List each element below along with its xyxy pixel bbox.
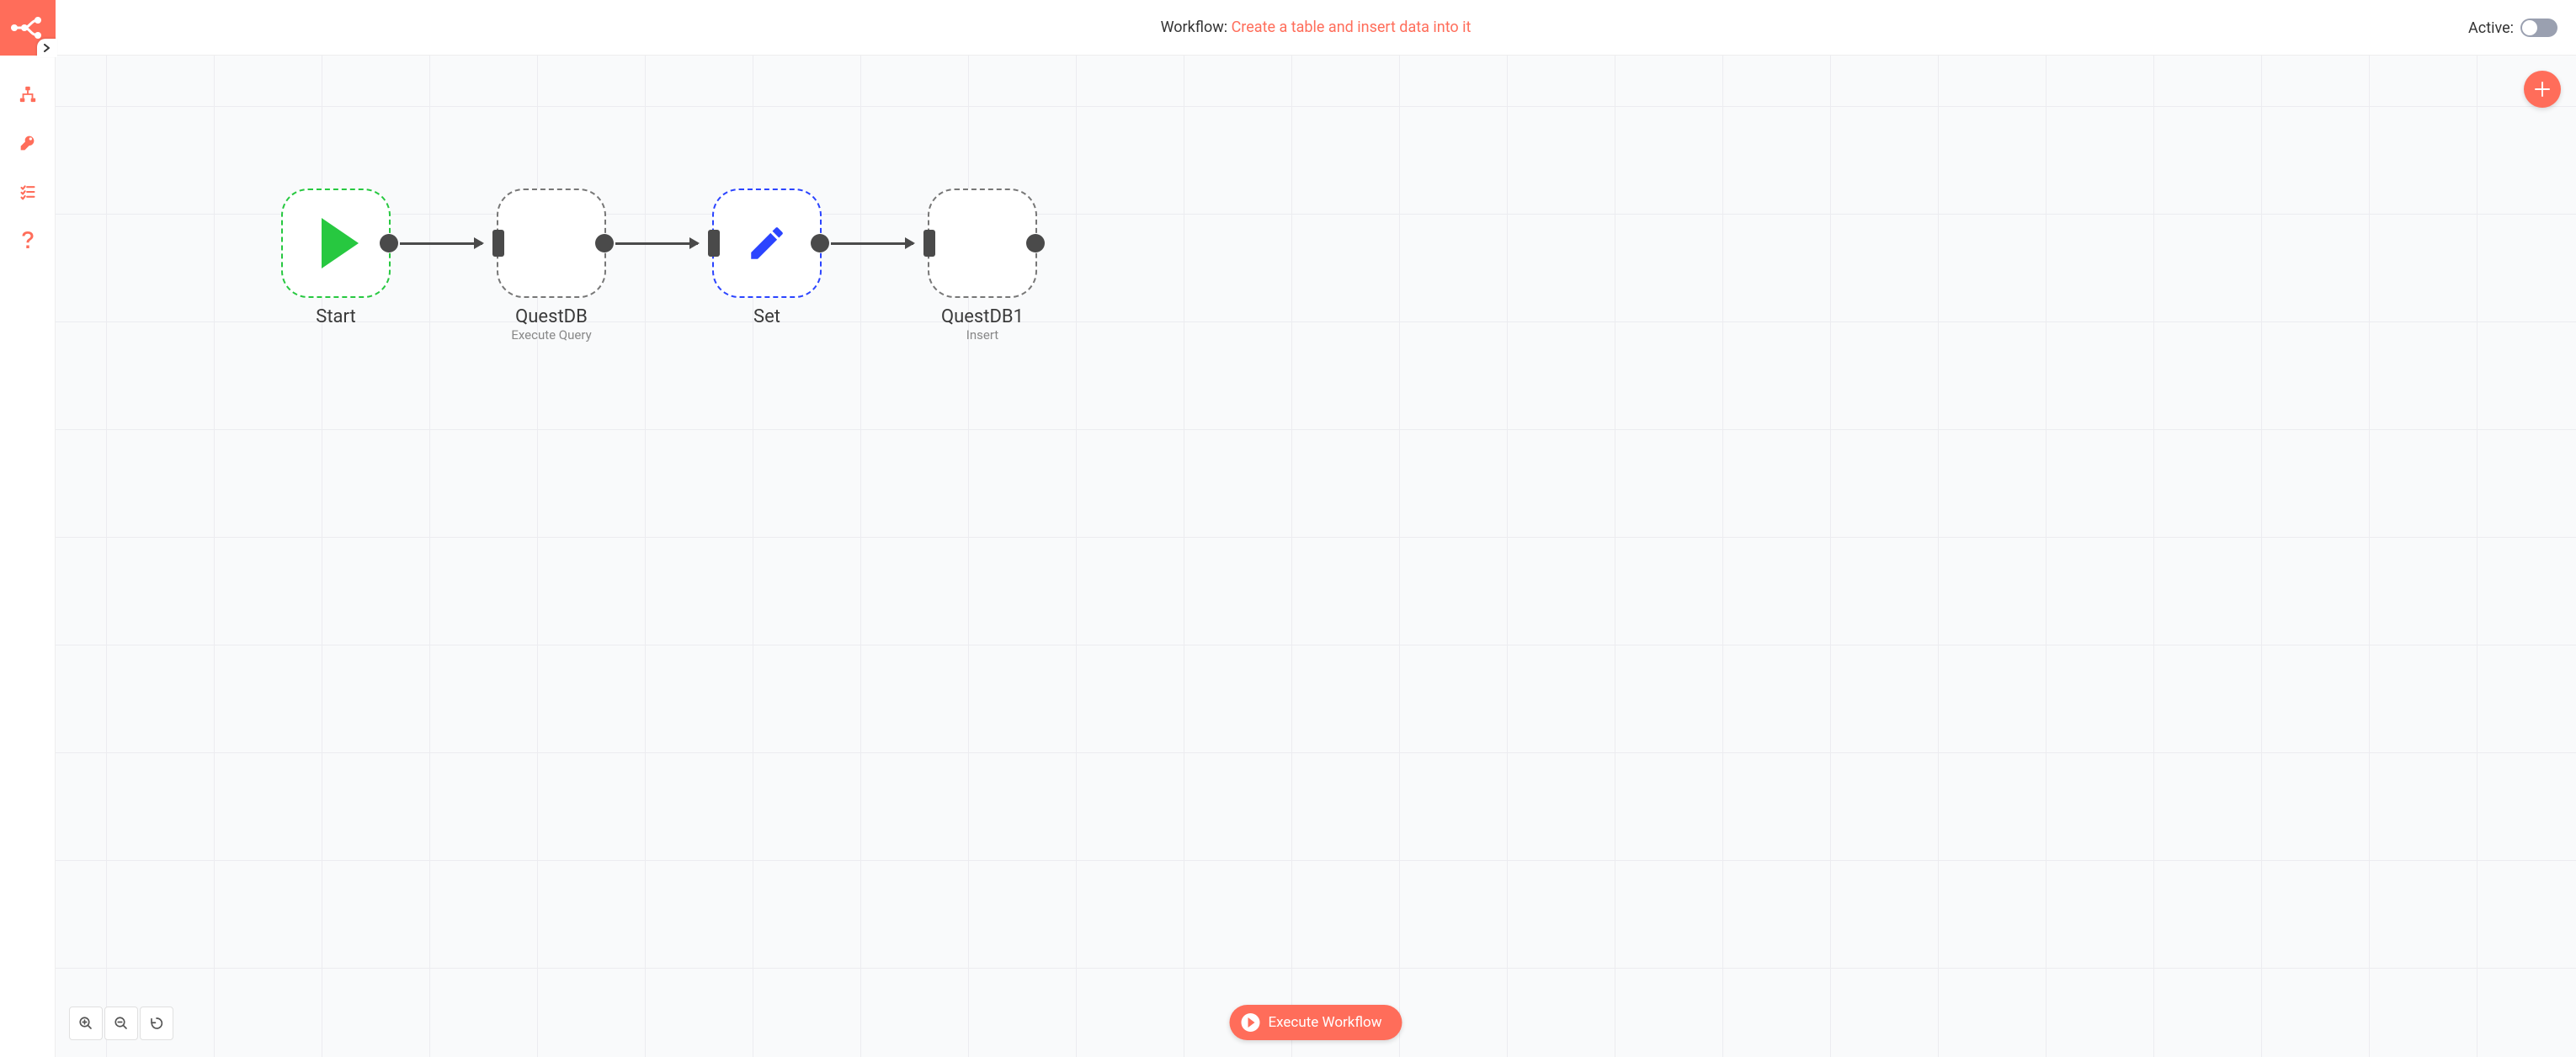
key-icon bbox=[19, 135, 36, 151]
sidebar bbox=[0, 0, 56, 1057]
workflow-title-prefix: Workflow: bbox=[1161, 19, 1232, 36]
questdb-icon bbox=[951, 212, 1014, 274]
zoom-out-icon bbox=[114, 1016, 129, 1031]
connector-set-questdb1[interactable] bbox=[831, 242, 913, 245]
output-port[interactable] bbox=[380, 234, 398, 252]
workflow-node-questdb[interactable]: QuestDBExecute Query bbox=[497, 189, 606, 343]
input-port[interactable] bbox=[923, 230, 935, 257]
pencil-icon bbox=[746, 222, 788, 264]
node-box[interactable] bbox=[281, 189, 391, 298]
output-port[interactable] bbox=[595, 234, 614, 252]
active-toggle[interactable] bbox=[2520, 19, 2557, 37]
workflow-name: Create a table and insert data into it bbox=[1232, 19, 1472, 36]
sidebar-item-workflows[interactable] bbox=[13, 79, 43, 109]
arrow-icon bbox=[474, 237, 484, 249]
workflow-canvas[interactable]: Execute Workflow Start QuestDBExecute Que… bbox=[56, 56, 2576, 1057]
workflow-title[interactable]: Workflow: Create a table and insert data… bbox=[1161, 19, 1472, 36]
zoom-in-button[interactable] bbox=[69, 1007, 103, 1040]
play-triangle-icon bbox=[322, 218, 359, 268]
node-subtitle: Execute Query bbox=[497, 327, 606, 343]
workflow-node-questdb1[interactable]: QuestDB1Insert bbox=[928, 189, 1037, 343]
node-title: Set bbox=[712, 306, 822, 327]
zoom-controls bbox=[69, 1007, 173, 1040]
zoom-out-button[interactable] bbox=[104, 1007, 138, 1040]
workflow-node-set[interactable]: Set bbox=[712, 189, 822, 327]
undo-icon bbox=[149, 1016, 164, 1031]
header: Workflow: Create a table and insert data… bbox=[56, 0, 2576, 56]
add-node-button[interactable] bbox=[2524, 71, 2561, 108]
help-icon bbox=[21, 231, 35, 250]
output-port[interactable] bbox=[1026, 234, 1045, 252]
node-box[interactable] bbox=[712, 189, 822, 298]
workflow-icon bbox=[19, 85, 37, 104]
connector-questdb-set[interactable] bbox=[615, 242, 698, 245]
node-subtitle: Insert bbox=[928, 327, 1037, 343]
arrow-icon bbox=[905, 237, 915, 249]
questdb-icon bbox=[520, 212, 583, 274]
play-icon bbox=[1241, 1013, 1259, 1032]
execute-workflow-button[interactable]: Execute Workflow bbox=[1229, 1005, 1402, 1040]
output-port[interactable] bbox=[811, 234, 829, 252]
node-box[interactable] bbox=[497, 189, 606, 298]
input-port[interactable] bbox=[708, 230, 720, 257]
workflow-node-start[interactable]: Start bbox=[281, 189, 391, 327]
expand-sidebar-button[interactable] bbox=[37, 39, 57, 57]
plus-icon bbox=[2534, 81, 2551, 98]
execute-workflow-label: Execute Workflow bbox=[1268, 1014, 1381, 1031]
connector-start-questdb[interactable] bbox=[400, 242, 482, 245]
node-box[interactable] bbox=[928, 189, 1037, 298]
node-title: Start bbox=[281, 306, 391, 327]
input-port[interactable] bbox=[492, 230, 504, 257]
active-label: Active: bbox=[2468, 19, 2514, 37]
node-title: QuestDB bbox=[497, 306, 606, 327]
zoom-in-icon bbox=[78, 1016, 93, 1031]
active-toggle-group: Active: bbox=[2468, 0, 2557, 56]
checklist-icon bbox=[19, 183, 36, 200]
sidebar-item-executions[interactable] bbox=[13, 177, 43, 207]
arrow-icon bbox=[689, 237, 700, 249]
chevron-right-icon bbox=[43, 44, 51, 52]
sidebar-item-help[interactable] bbox=[13, 226, 43, 256]
sidebar-item-credentials[interactable] bbox=[13, 128, 43, 158]
reset-view-button[interactable] bbox=[140, 1007, 173, 1040]
app-logo bbox=[0, 0, 56, 56]
node-title: QuestDB1 bbox=[928, 306, 1037, 327]
n8n-logo-icon bbox=[9, 15, 46, 40]
